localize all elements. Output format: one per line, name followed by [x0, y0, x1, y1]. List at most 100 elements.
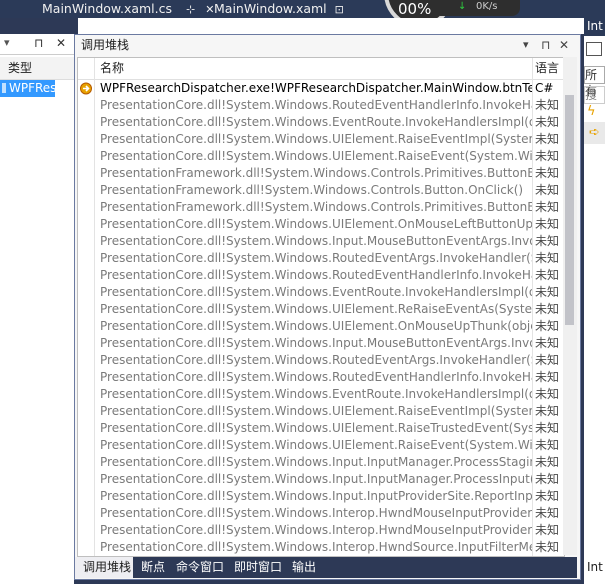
- frame-name: PresentationCore.dll!System.Windows.Inte…: [100, 523, 532, 537]
- table-row[interactable]: PresentationCore.dll!System.Windows.Rout…: [78, 267, 564, 284]
- right-panel-current-item[interactable]: ➪: [584, 122, 605, 144]
- editor-edge: [78, 18, 584, 34]
- row-gutter: [78, 250, 94, 267]
- frame-language: 未知: [535, 523, 560, 537]
- table-row[interactable]: PresentationCore.dll!System.Windows.Inpu…: [78, 471, 564, 488]
- pin-icon[interactable]: ⊹: [186, 3, 195, 16]
- dropdown-icon[interactable]: ▾: [4, 36, 10, 49]
- row-gutter: [78, 182, 94, 199]
- table-row[interactable]: PresentationCore.dll!System.Windows.Even…: [78, 114, 564, 131]
- table-row[interactable]: PresentationCore.dll!System.Windows.UIEl…: [78, 301, 564, 318]
- frame-language: 未知: [535, 319, 560, 333]
- pin-icon[interactable]: ⊡: [335, 3, 344, 16]
- tab-immediate-window[interactable]: 即时窗口: [234, 557, 282, 578]
- frame-language: 未知: [535, 421, 560, 435]
- frame-language: C#: [535, 81, 554, 95]
- row-gutter: [78, 318, 94, 335]
- tab-command-window[interactable]: 命令窗口: [176, 557, 224, 578]
- row-gutter: [78, 131, 94, 148]
- frame-language: 未知: [535, 438, 560, 452]
- dropdown-icon[interactable]: ▾: [523, 35, 529, 55]
- callstack-grid: 名称 语言 WPFResearchDispatcher.exe!WPFResea…: [77, 57, 565, 557]
- table-row[interactable]: PresentationCore.dll!System.Windows.UIEl…: [78, 318, 564, 335]
- current-frame-row[interactable]: WPFResearchDispatcher.exe!WPFResearchDis…: [78, 80, 564, 97]
- column-header-name[interactable]: 名称: [100, 58, 124, 79]
- table-row[interactable]: PresentationCore.dll!System.Windows.UIEl…: [78, 131, 564, 148]
- row-gutter: [78, 471, 94, 488]
- row-gutter: [78, 284, 94, 301]
- table-row[interactable]: PresentationCore.dll!System.Windows.Inpu…: [78, 233, 564, 250]
- bottom-tab-strip: 调用堆栈 断点 命令窗口 即时窗口 输出: [75, 557, 577, 578]
- table-row[interactable]: PresentationCore.dll!System.Windows.Inpu…: [78, 454, 564, 471]
- table-row[interactable]: PresentationCore.dll!System.Windows.Even…: [78, 386, 564, 403]
- perf-rate: 0K/s: [476, 1, 498, 12]
- doc-tab-label: MainWindow.xaml.cs: [42, 1, 173, 16]
- scrollbar-thumb[interactable]: [565, 95, 574, 325]
- row-gutter: [78, 335, 94, 352]
- right-panel-filter[interactable]: 所有: [584, 66, 605, 98]
- table-row[interactable]: PresentationCore.dll!System.Windows.Even…: [78, 284, 564, 301]
- frame-name: PresentationCore.dll!System.Windows.UIEl…: [100, 421, 532, 435]
- frame-language: 未知: [535, 200, 560, 214]
- column-header-language[interactable]: 语言: [535, 58, 559, 79]
- table-row[interactable]: PresentationCore.dll!System.Windows.Rout…: [78, 250, 564, 267]
- doc-tab-mainwindow-xaml[interactable]: MainWindow.xaml ⊡: [214, 0, 344, 18]
- frame-language: 未知: [535, 115, 560, 129]
- left-panel-selected-row[interactable]: WPFResea: [0, 80, 71, 97]
- table-row[interactable]: PresentationCore.dll!System.Windows.Inte…: [78, 539, 564, 556]
- lightning-icon: ϟ: [587, 104, 596, 119]
- frame-language: 未知: [535, 370, 560, 384]
- frame-language: 未知: [535, 353, 560, 367]
- table-row[interactable]: PresentationCore.dll!System.Windows.UIEl…: [78, 403, 564, 420]
- frame-name: PresentationCore.dll!System.Windows.Inpu…: [100, 455, 532, 469]
- close-icon[interactable]: ✕: [559, 35, 569, 55]
- frame-name: PresentationCore.dll!System.Windows.Rout…: [100, 370, 532, 384]
- table-row[interactable]: PresentationCore.dll!System.Windows.UIEl…: [78, 420, 564, 437]
- table-row[interactable]: PresentationCore.dll!System.Windows.Rout…: [78, 352, 564, 369]
- table-row[interactable]: PresentationCore.dll!System.Windows.Rout…: [78, 369, 564, 386]
- table-row[interactable]: PresentationCore.dll!System.Windows.Inte…: [78, 505, 564, 522]
- table-row[interactable]: PresentationCore.dll!System.Windows.Inpu…: [78, 488, 564, 505]
- tab-output[interactable]: 输出: [292, 557, 316, 578]
- list-icon[interactable]: [586, 42, 602, 56]
- close-icon[interactable]: ✕: [56, 36, 66, 50]
- table-row[interactable]: PresentationCore.dll!System.Windows.Inpu…: [78, 335, 564, 352]
- row-gutter: [78, 148, 94, 165]
- frame-name: PresentationCore.dll!System.Windows.Inpu…: [100, 472, 532, 486]
- arrow-right-icon: ➪: [589, 125, 600, 140]
- pin-icon[interactable]: ⊓: [541, 35, 550, 55]
- table-row[interactable]: PresentationFramework.dll!System.Windows…: [78, 199, 564, 216]
- table-row[interactable]: PresentationCore.dll!System.Windows.Inte…: [78, 522, 564, 539]
- frame-language: 未知: [535, 183, 560, 197]
- row-gutter: [78, 386, 94, 403]
- table-row[interactable]: PresentationCore.dll!System.Windows.UIEl…: [78, 148, 564, 165]
- frame-name: PresentationFramework.dll!System.Windows…: [100, 166, 532, 180]
- frame-name: PresentationCore.dll!System.Windows.Inte…: [100, 540, 532, 554]
- frame-name: PresentationCore.dll!System.Windows.Inpu…: [100, 336, 532, 350]
- table-row[interactable]: PresentationCore.dll!System.Windows.Rout…: [78, 97, 564, 114]
- tab-breakpoints[interactable]: 断点: [141, 557, 165, 578]
- table-row[interactable]: PresentationFramework.dll!System.Windows…: [78, 182, 564, 199]
- table-row[interactable]: PresentationCore.dll!System.Windows.UIEl…: [78, 437, 564, 454]
- frame-name: PresentationCore.dll!System.Windows.UIEl…: [100, 404, 532, 418]
- table-row[interactable]: PresentationCore.dll!System.Windows.UIEl…: [78, 216, 564, 233]
- frame-language: 未知: [535, 540, 560, 554]
- row-gutter: [78, 403, 94, 420]
- frame-name: PresentationFramework.dll!System.Windows…: [100, 200, 532, 214]
- frame-name: PresentationCore.dll!System.Windows.Rout…: [100, 268, 532, 282]
- right-panel-search[interactable]: 搜: [584, 86, 605, 104]
- row-gutter: [78, 97, 94, 114]
- left-panel-column-header[interactable]: 类型: [0, 57, 74, 80]
- frame-language: 未知: [535, 132, 560, 146]
- callstack-titlebar: 调用堆栈 ▾ ⊓ ✕: [75, 35, 577, 55]
- table-row[interactable]: PresentationFramework.dll!System.Windows…: [78, 165, 564, 182]
- row-gutter: [78, 454, 94, 471]
- tab-callstack[interactable]: 调用堆栈: [75, 557, 133, 578]
- frame-language: 未知: [535, 98, 560, 112]
- frame-language: 未知: [535, 149, 560, 163]
- row-marker-icon: [2, 83, 6, 93]
- callstack-header-row: 名称 语言: [78, 58, 564, 80]
- frame-name: PresentationCore.dll!System.Windows.Even…: [100, 387, 532, 401]
- doc-tab-mainwindow-xaml-cs[interactable]: MainWindow.xaml.cs ⊹ ✕: [42, 0, 214, 18]
- pin-icon[interactable]: ⊓: [34, 36, 43, 50]
